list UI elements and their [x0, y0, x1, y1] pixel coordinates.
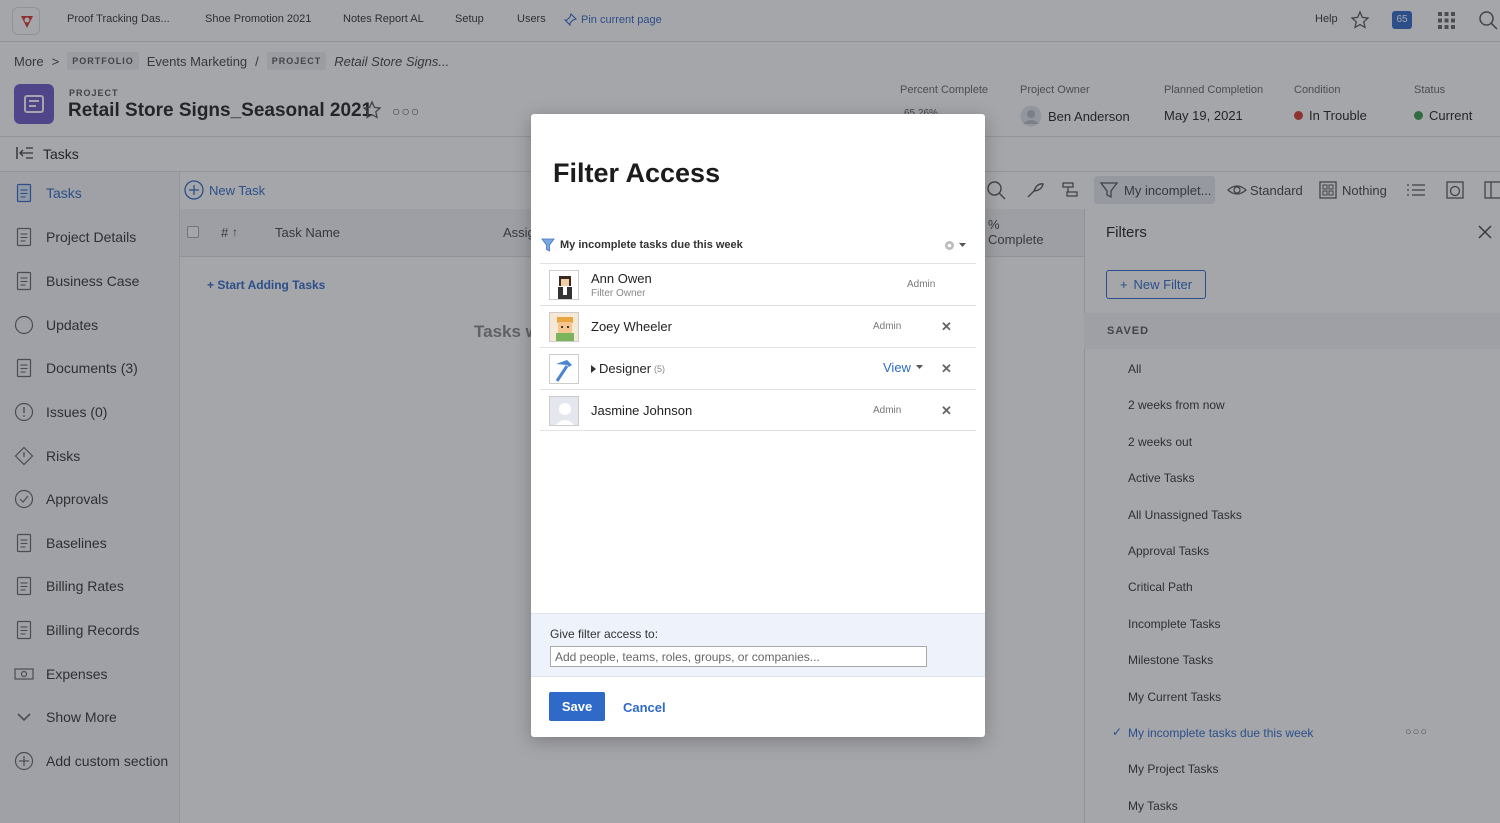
filter-name-row: My incomplete tasks due this week [541, 238, 743, 252]
role-avatar [549, 354, 579, 384]
avatar [549, 312, 579, 342]
dialog-title: Filter Access [553, 158, 721, 188]
remove-icon[interactable]: ✕ [941, 319, 952, 335]
person-name: Ann Owen [591, 271, 652, 286]
person-name: Zoey Wheeler [591, 319, 672, 334]
give-access-input[interactable] [550, 646, 927, 667]
access-row-ann-owen: Ann Owen Filter Owner Admin [540, 263, 976, 305]
caret-down-icon [915, 365, 923, 369]
person-subtitle: Filter Owner [591, 288, 646, 299]
filter-access-dialog: Filter Access My incomplete tasks due th… [531, 114, 985, 737]
filter-name: My incomplete tasks due this week [560, 239, 743, 251]
give-access-label: Give filter access to: [550, 627, 659, 641]
save-button[interactable]: Save [549, 692, 605, 721]
access-level-dropdown[interactable]: View [883, 360, 923, 375]
person-name: Jasmine Johnson [591, 403, 693, 418]
gear-icon [945, 241, 954, 250]
role-name: Designer [599, 361, 652, 376]
access-row-zoey-wheeler: Zoey Wheeler Admin ✕ [540, 305, 976, 347]
filter-icon [541, 238, 555, 252]
avatar [549, 270, 579, 300]
role-member-count: (5) [654, 363, 666, 374]
access-level-label: View [883, 360, 911, 375]
person-role: Admin [873, 405, 902, 416]
remove-icon[interactable]: ✕ [941, 361, 952, 377]
caret-down-icon [959, 243, 966, 247]
remove-icon[interactable]: ✕ [941, 403, 952, 419]
person-role: Admin [873, 321, 902, 332]
give-access-section [531, 613, 985, 677]
person-role: Admin [907, 279, 936, 290]
avatar [549, 396, 579, 426]
settings-dropdown[interactable] [943, 239, 966, 252]
access-row-jasmine-johnson: Jasmine Johnson Admin ✕ [540, 389, 976, 431]
cancel-button[interactable]: Cancel [623, 700, 666, 715]
access-row-designer: Designer (5) View ✕ [540, 347, 976, 389]
caret-right-icon [591, 364, 596, 373]
role-name-row[interactable]: Designer (5) [591, 361, 665, 376]
